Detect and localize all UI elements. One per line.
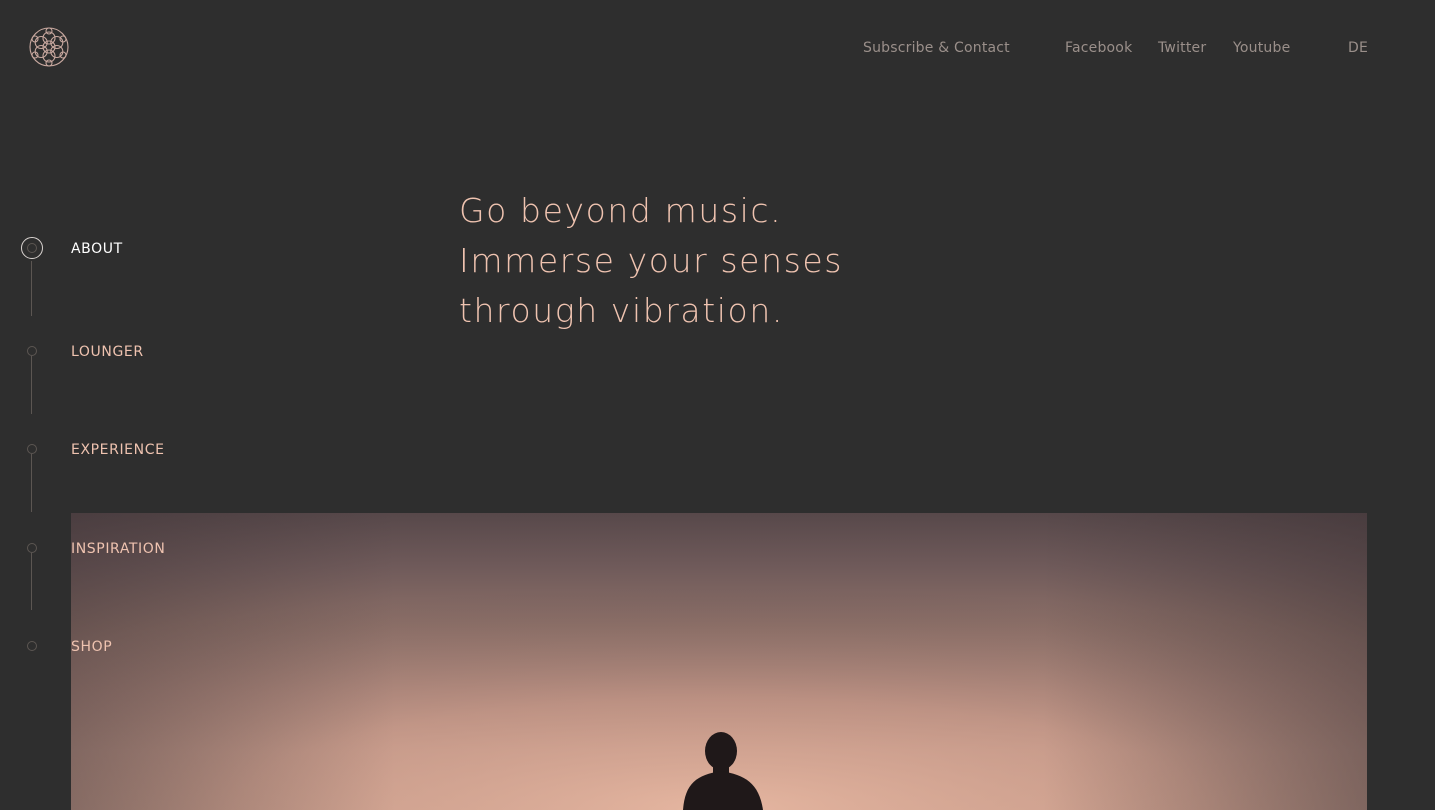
sidenav-item-label: EXPERIENCE	[71, 442, 165, 458]
section-connector-line	[31, 356, 32, 414]
active-section-dot-icon	[21, 237, 43, 259]
section-navigation: ABOUT LOUNGER EXPERIENCE INSPIRATION SHO…	[0, 0, 240, 810]
section-connector-line	[31, 454, 32, 512]
sidenav-item-inspiration[interactable]: INSPIRATION	[0, 537, 240, 561]
twitter-link[interactable]: Twitter	[1158, 40, 1206, 56]
sidenav-item-lounger[interactable]: LOUNGER	[0, 340, 240, 364]
hero-line-1: Go beyond music.	[459, 191, 783, 230]
youtube-link[interactable]: Youtube	[1233, 40, 1290, 56]
section-connector-line	[31, 553, 32, 610]
sidenav-item-shop[interactable]: SHOP	[0, 635, 240, 659]
sidenav-item-about[interactable]: ABOUT	[0, 237, 240, 261]
sidenav-item-label: INSPIRATION	[71, 541, 166, 557]
hero-headline: Go beyond music. Immerse your senses thr…	[459, 186, 1159, 336]
subscribe-contact-link[interactable]: Subscribe & Contact	[863, 40, 1010, 56]
language-switch-link[interactable]: DE	[1348, 40, 1368, 56]
sidenav-item-label: SHOP	[71, 639, 113, 655]
section-dot-icon	[27, 543, 37, 553]
section-dot-icon	[27, 444, 37, 454]
sidenav-item-label: LOUNGER	[71, 344, 144, 360]
section-dot-icon	[27, 641, 37, 651]
hero-image	[71, 513, 1367, 810]
sidenav-item-label: ABOUT	[71, 241, 123, 257]
sunset-silhouette-image	[71, 513, 1367, 810]
section-dot-icon	[27, 346, 37, 356]
hero-line-2: Immerse your senses	[459, 241, 844, 280]
section-connector-line	[31, 261, 32, 316]
sidenav-item-experience[interactable]: EXPERIENCE	[0, 438, 240, 462]
hero-line-3: through vibration.	[459, 291, 784, 330]
page: Subscribe & Contact Facebook Twitter You…	[0, 0, 1435, 810]
facebook-link[interactable]: Facebook	[1065, 40, 1132, 56]
